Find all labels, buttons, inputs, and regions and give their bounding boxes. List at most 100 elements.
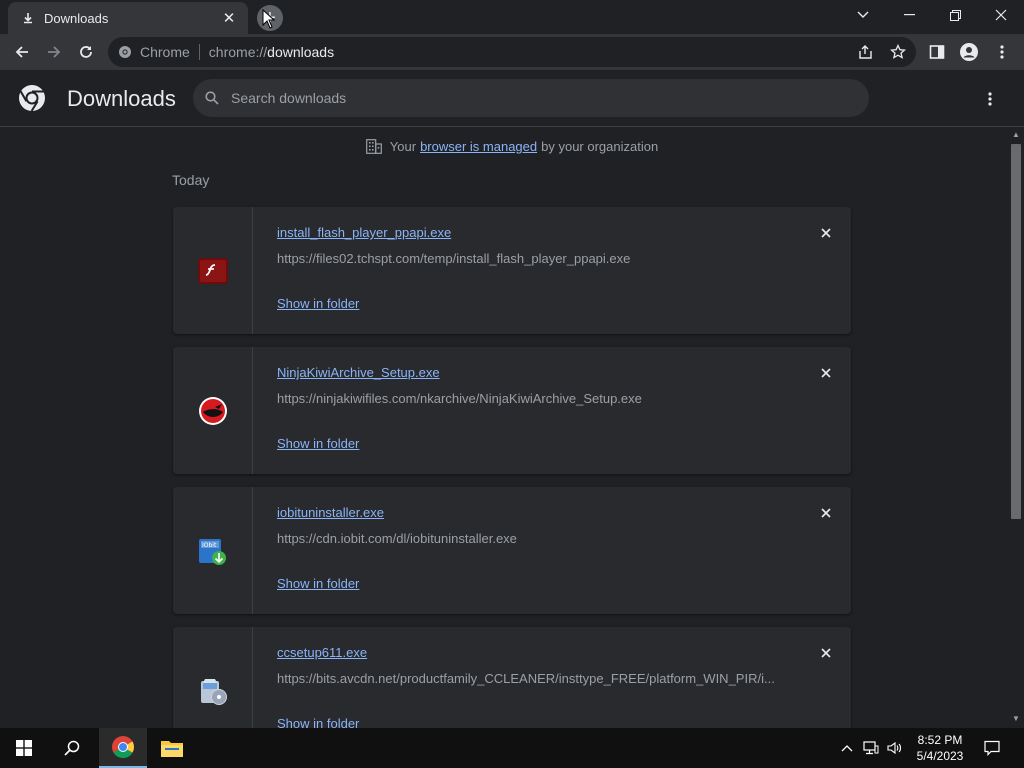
profile-button[interactable] — [955, 38, 983, 66]
volume-button[interactable] — [884, 728, 906, 768]
taskbar-chrome[interactable] — [99, 728, 147, 768]
chrome-window: Downloads ✕ + Chrome chro — [0, 0, 1024, 768]
download-url[interactable]: https://files02.tchspt.com/temp/install_… — [277, 251, 777, 266]
tab-title: Downloads — [44, 10, 109, 26]
download-item: ccsetup611.exe https://bits.avcdn.net/pr… — [173, 627, 851, 728]
remove-download-button[interactable] — [817, 364, 835, 382]
clock-time: 8:52 PM — [917, 733, 963, 747]
ninja-kiwi-icon — [198, 396, 227, 425]
tab-search-button[interactable] — [840, 0, 886, 30]
url-scheme: chrome:// — [208, 44, 268, 60]
download-filename[interactable]: ccsetup611.exe — [277, 645, 367, 660]
address-bar[interactable]: Chrome chrome://downloads — [108, 37, 916, 67]
tab-strip: Downloads ✕ + — [0, 0, 1024, 34]
taskbar-file-explorer[interactable] — [148, 728, 196, 768]
scroll-down-arrow-icon[interactable]: ▼ — [1011, 714, 1021, 724]
share-button[interactable] — [852, 38, 880, 66]
close-icon[interactable]: ✕ — [220, 9, 238, 27]
show-in-folder-link[interactable]: Show in folder — [277, 296, 359, 311]
omnibox-label: Chrome — [140, 44, 190, 60]
start-button[interactable] — [0, 728, 48, 768]
close-icon — [995, 9, 1007, 21]
close-window-button[interactable] — [978, 0, 1024, 30]
file-icon-area — [173, 627, 253, 728]
chevron-down-icon — [857, 11, 869, 18]
download-url[interactable]: https://cdn.iobit.com/dl/iobituninstalle… — [277, 531, 777, 546]
minimize-icon — [903, 14, 915, 16]
profile-icon — [960, 43, 978, 61]
file-icon-area — [173, 347, 253, 474]
remove-download-button[interactable] — [817, 504, 835, 522]
reload-button[interactable] — [72, 38, 100, 66]
remove-download-button[interactable] — [817, 224, 835, 242]
managed-link[interactable]: browser is managed — [420, 139, 537, 154]
chrome-icon — [112, 736, 134, 758]
back-button[interactable] — [8, 38, 36, 66]
more-vert-icon — [988, 92, 992, 106]
close-icon — [821, 648, 831, 658]
arrow-left-icon — [15, 46, 28, 58]
search-box[interactable] — [193, 79, 869, 117]
forward-button[interactable] — [40, 38, 68, 66]
scrollbar[interactable]: ▲ ▼ — [1008, 127, 1024, 728]
file-icon-area: IObit — [173, 487, 253, 614]
search-input[interactable] — [231, 90, 831, 106]
tray-overflow-button[interactable] — [838, 728, 856, 768]
notification-icon — [984, 740, 1000, 756]
show-in-folder-link[interactable]: Show in folder — [277, 576, 359, 591]
download-filename[interactable]: NinjaKiwiArchive_Setup.exe — [277, 365, 440, 380]
chrome-icon — [119, 46, 131, 58]
folder-icon — [161, 741, 183, 757]
clock-date: 5/4/2023 — [916, 749, 964, 763]
close-icon — [821, 508, 831, 518]
search-icon — [205, 91, 219, 105]
page-title: Downloads — [67, 86, 176, 111]
restore-icon — [949, 9, 961, 21]
flash-player-icon — [197, 257, 228, 284]
minimize-button[interactable] — [886, 0, 932, 30]
managed-notice: Your browser is managed by your organiza… — [0, 139, 1008, 154]
iobit-icon: IObit — [198, 538, 226, 565]
download-filename[interactable]: install_flash_player_ppapi.exe — [277, 225, 451, 240]
downloads-menu-button[interactable] — [980, 88, 1000, 110]
download-item: NinjaKiwiArchive_Setup.exe https://ninja… — [173, 347, 851, 474]
notifications-button[interactable] — [978, 728, 1006, 768]
reload-icon — [80, 46, 92, 58]
network-button[interactable] — [860, 728, 882, 768]
download-url[interactable]: https://ninjakiwifiles.com/nkarchive/Nin… — [277, 391, 777, 406]
windows-taskbar: 8:52 PM 5/4/2023 — [0, 728, 1024, 768]
managed-suffix: by your organization — [541, 139, 659, 154]
mouse-cursor-icon — [262, 9, 276, 29]
share-icon — [859, 45, 872, 59]
managed-prefix: Your — [389, 139, 417, 154]
scroll-up-arrow-icon[interactable]: ▲ — [1011, 130, 1021, 140]
windows-logo-icon — [16, 740, 32, 756]
download-item: install_flash_player_ppapi.exe https://f… — [173, 207, 851, 334]
show-in-folder-link[interactable]: Show in folder — [277, 716, 359, 728]
close-icon — [821, 368, 831, 378]
browser-toolbar: Chrome chrome://downloads — [0, 34, 1024, 70]
network-icon — [863, 741, 879, 755]
side-panel-button[interactable] — [923, 38, 951, 66]
downloads-list: Your browser is managed by your organiza… — [0, 127, 1008, 728]
scroll-thumb[interactable] — [1011, 144, 1021, 519]
more-vert-icon — [1000, 45, 1004, 59]
star-icon — [890, 44, 906, 59]
bookmark-button[interactable] — [884, 38, 912, 66]
arrow-right-icon — [48, 46, 61, 58]
chevron-up-icon — [841, 745, 853, 752]
taskbar-clock[interactable]: 8:52 PM 5/4/2023 — [910, 732, 970, 764]
chrome-menu-button[interactable] — [988, 38, 1016, 66]
remove-download-button[interactable] — [817, 644, 835, 662]
close-icon — [821, 228, 831, 238]
url-path: downloads — [267, 44, 335, 60]
building-icon — [365, 139, 382, 154]
tab-downloads[interactable]: Downloads ✕ — [8, 2, 248, 34]
show-in-folder-link[interactable]: Show in folder — [277, 436, 359, 451]
download-filename[interactable]: iobituninstaller.exe — [277, 505, 384, 520]
download-url[interactable]: https://bits.avcdn.net/productfamily_CCL… — [277, 671, 777, 686]
svg-text:IObit: IObit — [202, 542, 217, 549]
omnibox-divider — [198, 44, 200, 60]
restore-button[interactable] — [932, 0, 978, 30]
taskbar-search-button[interactable] — [48, 728, 96, 768]
